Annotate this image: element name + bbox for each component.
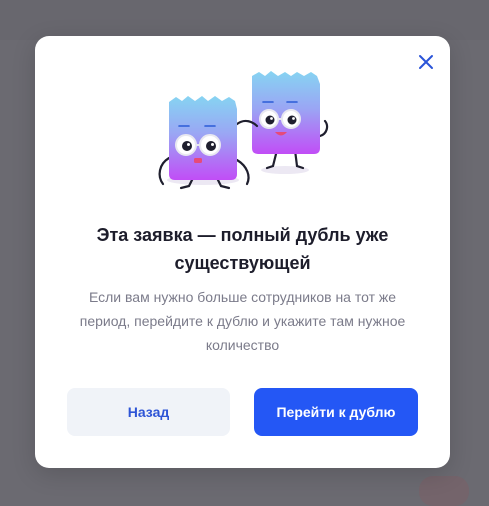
close-icon <box>419 55 433 69</box>
dialog-description: Если вам нужно больше сотрудников на тот… <box>79 289 406 353</box>
backdrop-element <box>419 476 469 506</box>
two-mascots-illustration <box>158 71 329 190</box>
dialog-title: Эта заявка — полный дубль уже существующ… <box>96 225 389 273</box>
back-button[interactable]: Назад <box>67 388 230 436</box>
close-button[interactable] <box>416 52 436 72</box>
go-to-duplicate-button[interactable]: Перейти к дублю <box>254 388 418 436</box>
duplicate-request-dialog: Эта заявка — полный дубль уже существующ… <box>35 36 450 468</box>
backdrop-header <box>0 0 489 40</box>
